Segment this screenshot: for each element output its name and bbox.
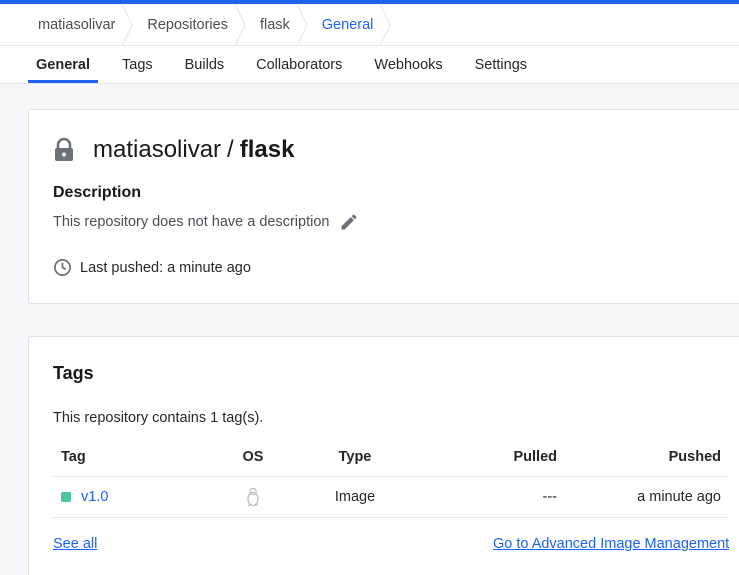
breadcrumb-chevron-icon	[296, 3, 308, 46]
column-header-pushed: Pushed	[668, 448, 721, 465]
breadcrumb-chevron-icon	[379, 3, 391, 46]
tab-settings[interactable]: Settings	[467, 46, 535, 83]
breadcrumb: matiasolivar Repositories flask General	[0, 3, 739, 46]
breadcrumb-item-repositories[interactable]: Repositories	[133, 3, 246, 46]
tags-table: Tag OS Type Pulled Pushed v1.0 Image ---…	[53, 437, 729, 518]
column-header-type: Type	[338, 448, 372, 465]
last-pushed-row: Last pushed: a minute ago	[53, 258, 251, 277]
repo-owner: matiasolivar	[93, 136, 222, 163]
table-header: Tag OS Type Pulled Pushed	[53, 437, 729, 477]
tag-status-indicator	[61, 492, 71, 502]
type-cell: Image	[334, 489, 376, 505]
clock-icon	[54, 259, 71, 276]
see-all-link[interactable]: See all	[53, 536, 97, 552]
description-heading: Description	[53, 184, 142, 201]
pushed-cell: a minute ago	[637, 489, 721, 505]
tab-tags[interactable]: Tags	[114, 46, 161, 83]
tags-card: Tags This repository contains 1 tag(s). …	[28, 336, 739, 575]
description-text: This repository does not have a descript…	[53, 214, 330, 230]
tab-builds[interactable]: Builds	[177, 46, 233, 83]
tags-count-text: This repository contains 1 tag(s).	[53, 410, 264, 426]
repo-tabs: General Tags Builds Collaborators Webhoo…	[0, 46, 739, 84]
tag-link[interactable]: v1.0	[81, 489, 108, 505]
lock-icon	[55, 138, 73, 161]
breadcrumb-item-owner[interactable]: matiasolivar	[24, 3, 133, 46]
table-row: v1.0 Image --- a minute ago	[53, 477, 729, 518]
os-cell	[203, 487, 303, 507]
tab-webhooks[interactable]: Webhooks	[366, 46, 450, 83]
repo-name: flask	[239, 136, 295, 163]
last-pushed-text: Last pushed: a minute ago	[80, 259, 251, 276]
pulled-cell: ---	[542, 489, 558, 505]
column-header-pulled: Pulled	[513, 448, 557, 465]
repo-info-card: matiasolivar / flask Description This re…	[28, 109, 739, 304]
advanced-image-management-link[interactable]: Go to Advanced Image Management	[493, 536, 729, 552]
tag-cell: v1.0	[53, 489, 203, 505]
description-row: This repository does not have a descript…	[53, 212, 359, 232]
column-header-os: OS	[242, 448, 264, 465]
repo-separator: /	[227, 136, 234, 163]
linux-penguin-icon	[247, 487, 259, 507]
tab-general[interactable]: General	[28, 46, 98, 83]
breadcrumb-item-repo[interactable]: flask	[246, 3, 308, 46]
page-title: matiasolivar / flask	[53, 136, 294, 164]
edit-pencil-icon[interactable]	[339, 212, 359, 232]
breadcrumb-item-current: General	[308, 3, 392, 46]
tags-heading: Tags	[53, 363, 94, 383]
breadcrumb-chevron-icon	[234, 3, 246, 46]
breadcrumb-chevron-icon	[121, 3, 133, 46]
column-header-tag: Tag	[61, 448, 86, 465]
tab-collaborators[interactable]: Collaborators	[248, 46, 350, 83]
